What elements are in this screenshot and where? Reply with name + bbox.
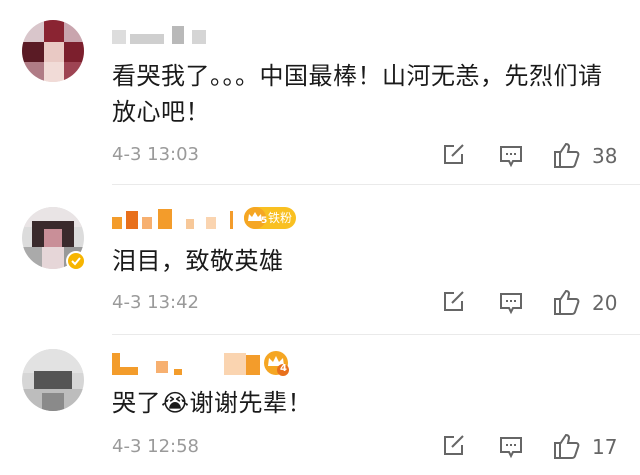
verified-icon	[66, 251, 86, 271]
like-icon[interactable]	[552, 287, 582, 317]
comment-item-2: 5 铁粉 泪目，致敬英雄 4-3 13:42 20	[0, 185, 640, 335]
avatar[interactable]	[22, 20, 84, 82]
badge-label: 铁粉	[268, 211, 293, 225]
share-icon[interactable]	[440, 289, 466, 315]
comment-time: 4-3 13:03	[112, 144, 199, 165]
fan-badge[interactable]: 5 铁粉	[244, 207, 296, 229]
comment-icon[interactable]	[498, 434, 524, 460]
like-count: 20	[592, 291, 618, 315]
share-icon[interactable]	[440, 433, 466, 459]
comment-text: 看哭我了。。。中国最棒！山河无恙，先烈们请放心吧！	[112, 62, 603, 126]
comment-text: 泪目，致敬英雄	[112, 247, 284, 275]
comment-time: 4-3 12:58	[112, 436, 199, 457]
like-icon[interactable]	[552, 140, 582, 170]
comment-time: 4-3 13:42	[112, 292, 199, 313]
like-count: 17	[592, 435, 618, 459]
like-count: 38	[592, 144, 618, 168]
username-redacted[interactable]	[112, 24, 222, 48]
comment-text: 哭了😭谢谢先辈！	[112, 389, 313, 417]
comment-item-1: 看哭我了。。。中国最棒！山河无恙，先烈们请放心吧！ 4-3 13:03 38	[0, 0, 640, 185]
like-icon[interactable]	[552, 431, 582, 461]
comment-item-3: 4 哭了😭谢谢先辈！ 4-3 12:58 17	[0, 335, 640, 475]
badge-level: 5	[261, 216, 268, 226]
badge-level: 4	[280, 363, 287, 374]
comment-icon[interactable]	[498, 290, 524, 316]
avatar[interactable]	[22, 349, 84, 411]
comment-icon[interactable]	[498, 143, 524, 169]
share-icon[interactable]	[440, 142, 466, 168]
